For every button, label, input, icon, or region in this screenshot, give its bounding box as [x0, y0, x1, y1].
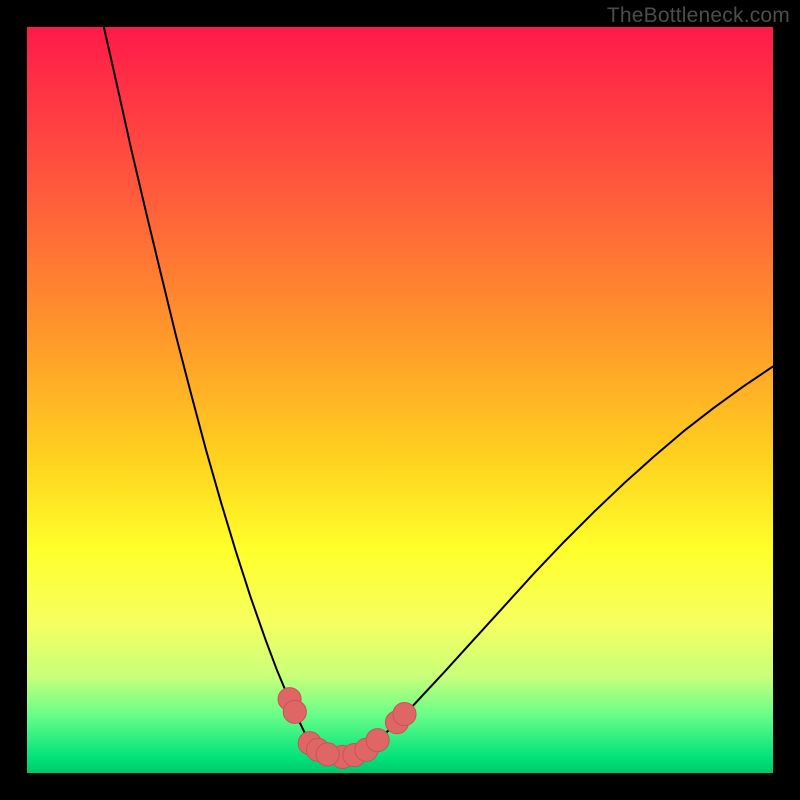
chart-frame: TheBottleneck.com: [0, 0, 800, 800]
marker-point: [283, 700, 306, 723]
series-left-branch: [104, 27, 309, 742]
watermark-text: TheBottleneck.com: [607, 4, 790, 28]
marker-point: [393, 703, 416, 726]
marker-point: [316, 743, 339, 766]
curve-markers: [278, 688, 416, 769]
plot-area: [27, 27, 773, 773]
curve-layer: [27, 27, 773, 773]
series-right-branch: [376, 366, 773, 741]
marker-point: [366, 729, 389, 752]
bottleneck-curve: [104, 27, 773, 757]
